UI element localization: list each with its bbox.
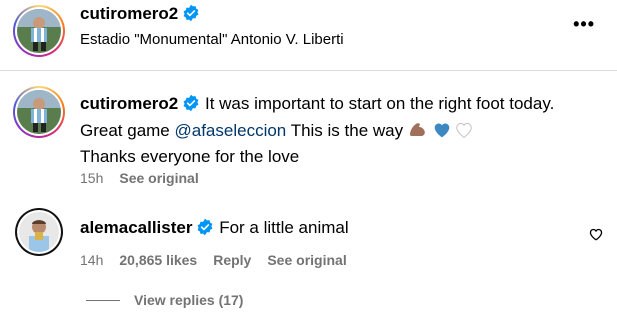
post-author-username[interactable]: cutiromero2 [80,4,178,23]
avatar-photo [17,9,61,53]
comment-likes[interactable]: 20,865 likes [119,252,197,268]
commenter-username[interactable]: alemacallister [80,218,192,237]
caption-body-4: Thanks everyone for the love [80,147,300,166]
verified-badge-icon [182,94,200,119]
see-original-button[interactable]: See original [119,170,198,186]
like-heart-icon[interactable] [589,228,603,246]
more-options-icon[interactable]: ••• [573,14,595,35]
commenter-avatar[interactable] [15,208,63,256]
replies-line-divider [86,299,120,301]
white-heart-emoji-icon [455,121,473,145]
post-header: cutiromero2 Estadio "Monumental" Antonio… [0,0,617,66]
post-location[interactable]: Estadio "Monumental" Antonio V. Liberti [80,31,344,48]
caption-username[interactable]: cutiromero2 [80,94,178,113]
caption-avatar[interactable] [13,86,65,138]
view-replies-button[interactable]: View replies (17) [134,292,243,308]
caption-body-3: This is the way [290,121,404,140]
post-author: cutiromero2 [80,4,200,27]
comment-body: For a little animal [219,218,349,237]
caption-text: cutiromero2 It was important to start on… [80,92,600,169]
caption-body-1: It was important to start on the right f… [204,94,555,113]
reply-button[interactable]: Reply [213,252,251,268]
blue-heart-emoji-icon [433,121,451,145]
avatar-photo [17,90,61,134]
comment-timestamp[interactable]: 14h [80,252,103,268]
comment-text: alemacallister For a little animal [80,218,349,241]
caption-timestamp[interactable]: 15h [80,170,103,186]
verified-badge-icon [182,4,200,27]
post-author-avatar[interactable] [13,5,65,57]
avatar-photo [19,212,59,252]
mention-link[interactable]: @afaseleccion [175,121,287,140]
comment-meta: 14h 20,865 likes Reply See original [80,252,363,268]
header-divider [0,70,617,71]
see-original-button[interactable]: See original [267,252,346,268]
view-replies[interactable]: View replies (17) [86,292,243,308]
caption-meta: 15h See original [80,170,215,186]
caption-body-2: Great game [80,121,170,140]
verified-badge-icon [196,218,214,241]
flexed-biceps-emoji-icon [408,120,428,145]
